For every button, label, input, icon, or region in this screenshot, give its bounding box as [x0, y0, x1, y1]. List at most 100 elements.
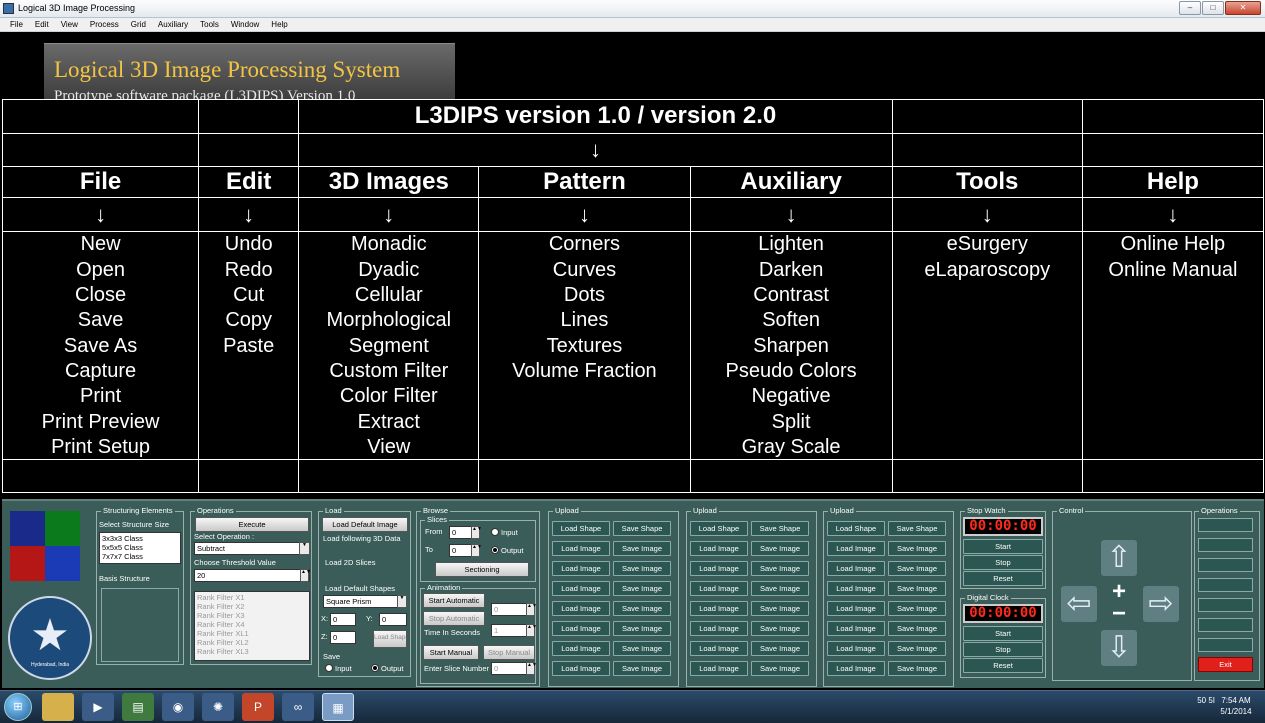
size-option[interactable]: 3x3x3 Class	[102, 534, 178, 543]
load-shape-button[interactable]: Load Shape	[690, 521, 748, 536]
operation-slot[interactable]	[1198, 578, 1253, 592]
clock-start-button[interactable]: Start	[963, 626, 1043, 641]
save-image-button[interactable]: Save Image	[888, 661, 946, 676]
clock-reset-button[interactable]: Reset	[963, 658, 1043, 673]
save-image-button[interactable]: Save Image	[613, 641, 671, 656]
arrow-down-icon[interactable]: ⇩	[1101, 630, 1137, 666]
stop-manual-button[interactable]: Stop Manual	[483, 645, 535, 660]
chart-app-taskbar-icon[interactable]: ▤	[122, 693, 154, 721]
menu-file[interactable]: File	[4, 18, 29, 31]
load-image-button[interactable]: Load Image	[827, 661, 885, 676]
powerpoint-taskbar-icon[interactable]: P	[242, 693, 274, 721]
stopwatch-start-button[interactable]: Start	[963, 539, 1043, 554]
chrome-taskbar-icon[interactable]: ◉	[162, 693, 194, 721]
save-image-button[interactable]: Save Image	[613, 661, 671, 676]
size-option[interactable]: 7x7x7 Class	[102, 552, 178, 561]
explorer-taskbar-icon[interactable]	[42, 693, 74, 721]
settings-taskbar-icon[interactable]: ✺	[202, 693, 234, 721]
operation-slot[interactable]	[1198, 538, 1253, 552]
load-image-button[interactable]: Load Image	[690, 621, 748, 636]
operation-slot[interactable]	[1198, 638, 1253, 652]
z-input[interactable]: 0	[330, 631, 356, 644]
slice-number-spinner[interactable]: ▲▼	[526, 662, 537, 675]
menu-process[interactable]: Process	[84, 18, 125, 31]
load-image-button[interactable]: Load Image	[552, 661, 610, 676]
save-image-button[interactable]: Save Image	[751, 581, 809, 596]
load-image-button[interactable]: Load Image	[690, 661, 748, 676]
time-seconds-spinner[interactable]: ▲▼	[526, 624, 537, 637]
save-output-radio[interactable]	[371, 664, 379, 672]
rank-filter-item[interactable]: Rank Filter X1	[197, 593, 307, 602]
save-image-button[interactable]: Save Image	[751, 621, 809, 636]
stopwatch-stop-button[interactable]: Stop	[963, 555, 1043, 570]
load-shape-button[interactable]: Load Shape	[552, 521, 610, 536]
save-shape-button[interactable]: Save Shape	[751, 521, 809, 536]
save-image-button[interactable]: Save Image	[613, 541, 671, 556]
rank-filter-item[interactable]: Rank Filter XL1	[197, 629, 307, 638]
save-image-button[interactable]: Save Image	[613, 561, 671, 576]
save-image-button[interactable]: Save Image	[888, 601, 946, 616]
save-image-button[interactable]: Save Image	[613, 581, 671, 596]
save-image-button[interactable]: Save Image	[751, 641, 809, 656]
exit-button[interactable]: Exit	[1198, 657, 1253, 672]
execute-button[interactable]: Execute	[195, 517, 309, 532]
start-automatic-button[interactable]: Start Automatic	[423, 593, 485, 608]
menu-tools[interactable]: Tools	[194, 18, 225, 31]
start-manual-button[interactable]: Start Manual	[423, 645, 479, 660]
rank-filter-item[interactable]: Rank Filter X4	[197, 620, 307, 629]
menu-edit[interactable]: Edit	[29, 18, 55, 31]
load-image-button[interactable]: Load Image	[552, 621, 610, 636]
load-default-image-button[interactable]: Load Default Image	[322, 517, 408, 532]
load-image-button[interactable]: Load Image	[690, 581, 748, 596]
arrow-left-icon[interactable]: ⇦	[1061, 586, 1097, 622]
load-image-button[interactable]: Load Image	[827, 641, 885, 656]
media-player-taskbar-icon[interactable]: ▶	[82, 693, 114, 721]
operation-slot[interactable]	[1198, 618, 1253, 632]
close-button[interactable]: ✕	[1225, 1, 1261, 15]
save-image-button[interactable]: Save Image	[888, 641, 946, 656]
size-option[interactable]: 5x5x5 Class	[102, 543, 178, 552]
save-image-button[interactable]: Save Image	[613, 601, 671, 616]
to-spinner[interactable]: ▲▼	[471, 544, 482, 557]
load-shape-button[interactable]: Load Shape	[827, 521, 885, 536]
load-default-shapes-label[interactable]: Load Default Shapes	[325, 584, 395, 593]
load-image-button[interactable]: Load Image	[552, 601, 610, 616]
operation-slot[interactable]	[1198, 598, 1253, 612]
load-image-button[interactable]: Load Image	[827, 601, 885, 616]
load-shapes-button[interactable]: Load Shapes	[373, 630, 407, 648]
load-image-button[interactable]: Load Image	[827, 581, 885, 596]
load-image-button[interactable]: Load Image	[827, 541, 885, 556]
rank-filter-item[interactable]: Rank Filter XL2	[197, 638, 307, 647]
load-2d-slices-label[interactable]: Load 2D Slices	[325, 558, 375, 567]
from-spinner[interactable]: ▲▼	[471, 526, 482, 539]
slices-input-radio[interactable]	[491, 528, 499, 536]
save-image-button[interactable]: Save Image	[751, 661, 809, 676]
y-input[interactable]: 0	[379, 613, 407, 626]
structure-size-list[interactable]: 3x3x3 Class 5x5x5 Class 7x7x7 Class	[99, 532, 181, 564]
operation-dropdown-icon[interactable]: ▼	[299, 542, 310, 555]
minimize-button[interactable]: –	[1179, 1, 1201, 15]
menu-auxiliary[interactable]: Auxiliary	[152, 18, 194, 31]
menu-view[interactable]: View	[55, 18, 84, 31]
save-image-button[interactable]: Save Image	[888, 581, 946, 596]
sectioning-button[interactable]: Sectioning	[435, 562, 529, 577]
load-image-button[interactable]: Load Image	[690, 641, 748, 656]
zoom-in-icon[interactable]: +	[1109, 580, 1129, 604]
restore-button[interactable]: □	[1202, 1, 1224, 15]
save-image-button[interactable]: Save Image	[613, 621, 671, 636]
save-input-radio[interactable]	[325, 664, 333, 672]
load-image-button[interactable]: Load Image	[827, 561, 885, 576]
shape-select[interactable]: Square Prism	[323, 595, 407, 608]
automatic-value-spinner[interactable]: ▲▼	[526, 603, 537, 616]
save-shape-button[interactable]: Save Shape	[613, 521, 671, 536]
load-image-button[interactable]: Load Image	[690, 561, 748, 576]
system-tray[interactable]: 50 5I	[1197, 696, 1215, 705]
tray-clock[interactable]: 7:54 AM 5/1/2014	[1215, 695, 1257, 717]
stop-automatic-button[interactable]: Stop Automatic	[423, 611, 485, 626]
shape-dropdown-icon[interactable]: ▼	[397, 595, 407, 608]
threshold-spinner[interactable]: ▲▼	[300, 569, 311, 582]
network-taskbar-icon[interactable]: ∞	[282, 693, 314, 721]
save-image-button[interactable]: Save Image	[888, 621, 946, 636]
rank-filter-item[interactable]: Rank Filter XL3	[197, 647, 307, 656]
arrow-up-icon[interactable]: ⇧	[1101, 540, 1137, 576]
